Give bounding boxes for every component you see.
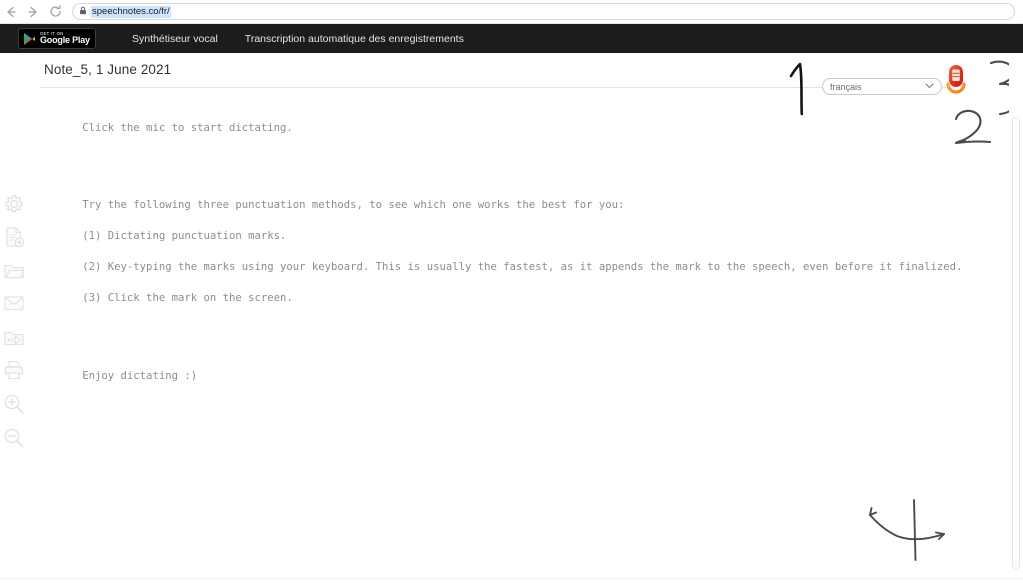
export-folder-icon bbox=[3, 327, 25, 349]
sidebar-item-export[interactable] bbox=[2, 326, 26, 350]
gear-icon bbox=[3, 193, 25, 215]
note-line: Try the following three punctuation meth… bbox=[82, 199, 625, 211]
chevron-down-icon bbox=[925, 82, 934, 91]
back-button[interactable] bbox=[0, 1, 22, 23]
folder-icon bbox=[3, 260, 25, 282]
note-line-blank bbox=[44, 338, 944, 354]
browser-toolbar: speechnotes.co/fr/ bbox=[0, 0, 1023, 24]
zoom-out-icon bbox=[3, 427, 25, 449]
note-line-blank bbox=[44, 167, 944, 183]
sidebar-item-zoom-out[interactable] bbox=[2, 426, 26, 450]
note-line: Enjoy dictating :) bbox=[82, 369, 198, 382]
scrollbar-thumb[interactable] bbox=[1012, 117, 1020, 569]
badge-main-label: Google Play bbox=[40, 35, 90, 46]
google-play-badge[interactable]: GET IT ON Google Play bbox=[18, 28, 96, 49]
note-line: (3) Click the mark on the screen. bbox=[82, 292, 293, 304]
window-bottom-edge bbox=[0, 578, 1023, 583]
note-line: (2) Key-typing the marks using your keyb… bbox=[82, 261, 963, 273]
microphone-icon bbox=[938, 65, 974, 108]
tools-sidebar bbox=[0, 53, 28, 583]
microphone-button[interactable] bbox=[938, 62, 974, 104]
lock-icon bbox=[79, 6, 87, 17]
forward-button[interactable] bbox=[22, 1, 44, 23]
sidebar-item-settings[interactable] bbox=[2, 192, 26, 216]
zoom-in-icon bbox=[3, 393, 25, 415]
note-title[interactable]: Note_5, 1 June 2021 bbox=[44, 62, 171, 77]
nav-link-transcription-automatique[interactable]: Transcription automatique des enregistre… bbox=[245, 33, 464, 45]
envelope-icon bbox=[3, 292, 25, 314]
nav-link-synthetiseur-vocal[interactable]: Synthétiseur vocal bbox=[132, 33, 218, 45]
sidebar-item-print[interactable] bbox=[2, 358, 26, 382]
new-document-icon bbox=[3, 226, 25, 248]
sidebar-item-new-note[interactable] bbox=[2, 225, 26, 249]
sidebar-item-open-folder[interactable] bbox=[2, 259, 26, 283]
note-line: (1) Dictating punctuation marks. bbox=[82, 230, 287, 242]
sidebar-item-zoom-in[interactable] bbox=[2, 392, 26, 416]
google-play-icon bbox=[23, 32, 36, 46]
page-root: speechnotes.co/fr/ GET IT ON Google Play… bbox=[0, 0, 1023, 583]
annotation-one bbox=[788, 62, 814, 117]
url-text[interactable]: speechnotes.co/fr/ bbox=[91, 5, 171, 18]
printer-icon bbox=[3, 359, 25, 381]
site-top-nav: GET IT ON Google Play Synthétiseur vocal… bbox=[0, 24, 1023, 53]
annotation-arrow bbox=[866, 498, 971, 570]
language-select-value: français bbox=[830, 81, 862, 92]
language-select[interactable]: français bbox=[822, 78, 942, 95]
address-bar[interactable]: speechnotes.co/fr/ bbox=[72, 3, 1015, 20]
note-editor-area: Note_5, 1 June 2021 français Click the m… bbox=[28, 53, 995, 583]
note-line: Click the mic to start dictating. bbox=[82, 121, 293, 134]
note-body-text[interactable]: Click the mic to start dictating. Try th… bbox=[44, 105, 962, 400]
sidebar-item-email[interactable] bbox=[2, 291, 26, 315]
reload-button[interactable] bbox=[44, 1, 66, 23]
